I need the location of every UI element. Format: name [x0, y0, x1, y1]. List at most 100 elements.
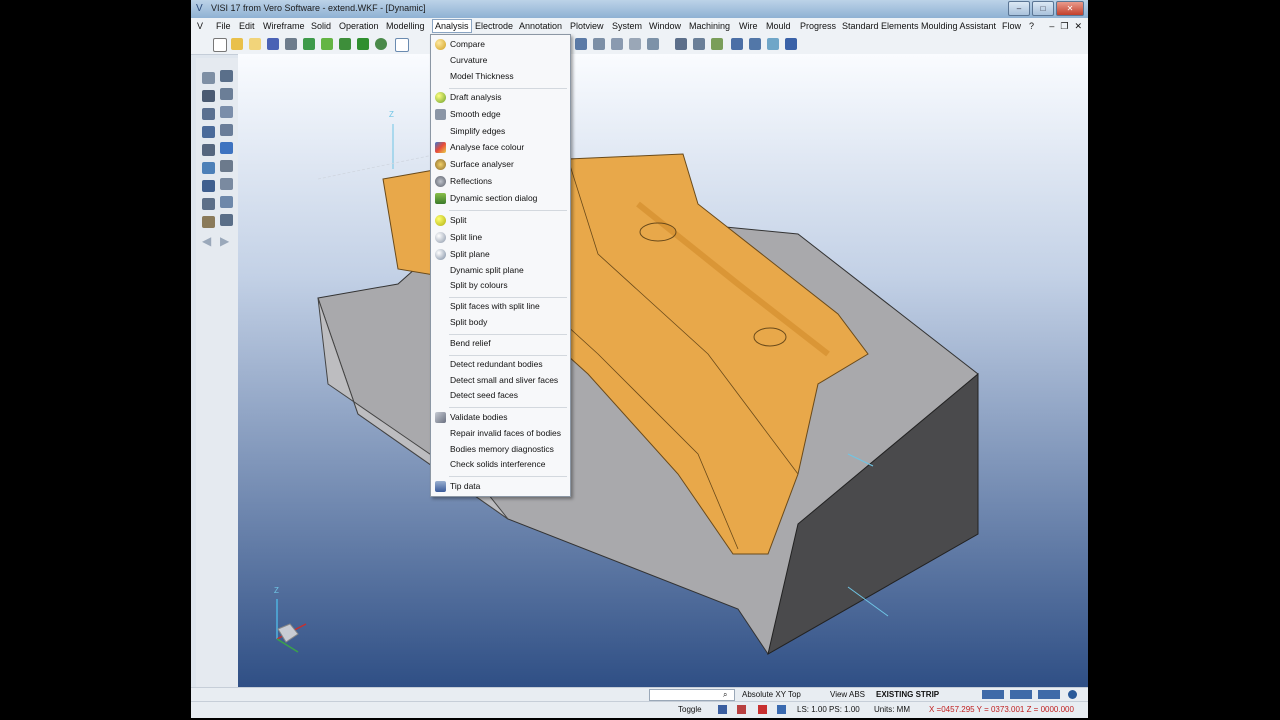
save-icon[interactable] — [267, 38, 279, 50]
menu-system[interactable]: System — [612, 21, 642, 31]
menu-item-repair-invalid-faces[interactable]: Repair invalid faces of bodies — [450, 428, 561, 438]
menu-progress[interactable]: Progress — [800, 21, 836, 31]
pen-tool-icon[interactable] — [220, 88, 233, 100]
status-toggle-3-icon[interactable] — [1038, 690, 1060, 699]
menu-item-validate-bodies[interactable]: Validate bodies — [450, 412, 508, 422]
light-icon[interactable] — [767, 38, 779, 50]
search-icon[interactable]: ⌕ — [723, 690, 727, 700]
forward-arrow-icon[interactable]: ▶ — [220, 235, 233, 247]
status-toggle-2-icon[interactable] — [1010, 690, 1032, 699]
menu-item-split-by-colours[interactable]: Split by colours — [450, 280, 508, 290]
menu-item-compare[interactable]: Compare — [450, 39, 485, 49]
trash-icon[interactable] — [202, 198, 215, 210]
section-view-icon[interactable] — [629, 38, 641, 50]
menu-item-bodies-memory-diagnostics[interactable]: Bodies memory diagnostics — [450, 444, 554, 454]
menu-item-model-thickness[interactable]: Model Thickness — [450, 71, 514, 81]
open-folder-icon[interactable] — [249, 38, 261, 50]
shade-icon[interactable] — [675, 38, 687, 50]
import-icon[interactable] — [303, 38, 315, 50]
redraw-icon[interactable] — [357, 38, 369, 50]
menu-solid[interactable]: Solid — [311, 21, 331, 31]
hidden-line-icon[interactable] — [711, 38, 723, 50]
select-icon[interactable] — [202, 72, 215, 84]
menu-item-split-line[interactable]: Split line — [450, 232, 482, 242]
menu-item-surface-analyser[interactable]: Surface analyser — [450, 159, 514, 169]
transform-icon[interactable] — [202, 108, 215, 120]
menu-window[interactable]: Window — [649, 21, 681, 31]
menu-wireframe[interactable]: Wireframe — [263, 21, 305, 31]
view-mode-label[interactable]: Absolute XY Top — [742, 690, 801, 699]
measure-icon[interactable] — [202, 126, 215, 138]
menu-flow[interactable]: Flow — [1002, 21, 1021, 31]
status-globe-icon[interactable] — [1068, 690, 1077, 699]
dimension-icon[interactable] — [202, 90, 215, 102]
menu-item-detect-redundant-bodies[interactable]: Detect redundant bodies — [450, 359, 543, 369]
view-abs-label[interactable]: View ABS — [830, 690, 865, 699]
layer-icon[interactable] — [575, 38, 587, 50]
menu-moulding-assistant[interactable]: Moulding Assistant — [921, 21, 996, 31]
menu-standard-elements[interactable]: Standard Elements — [842, 21, 919, 31]
mdi-close-icon[interactable]: ✕ — [1074, 21, 1082, 32]
view-icon[interactable] — [593, 38, 605, 50]
trim-icon[interactable] — [220, 124, 233, 136]
lock-icon[interactable] — [737, 705, 746, 714]
layers-panel-icon[interactable] — [731, 38, 743, 50]
open-file-icon[interactable] — [231, 38, 243, 50]
menu-item-draft-analysis[interactable]: Draft analysis — [450, 92, 502, 102]
grid-snap-icon[interactable] — [718, 705, 727, 714]
menu-item-dynamic-section-dialog[interactable]: Dynamic section dialog — [450, 193, 537, 203]
menu-item-split-faces-with-split-line[interactable]: Split faces with split line — [450, 301, 540, 311]
menu-electrode[interactable]: Electrode — [475, 21, 513, 31]
question-icon[interactable] — [202, 180, 215, 192]
solid-tool-icon[interactable] — [220, 160, 233, 172]
menu-item-split[interactable]: Split — [450, 215, 467, 225]
camera-icon[interactable] — [220, 214, 233, 226]
menu-item-simplify-edges[interactable]: Simplify edges — [450, 126, 505, 136]
minimize-button[interactable]: – — [1008, 1, 1030, 16]
menu-item-bend-relief[interactable]: Bend relief — [450, 338, 491, 348]
menu-item-reflections[interactable]: Reflections — [450, 176, 492, 186]
coords-icon[interactable] — [777, 705, 786, 714]
menu-item-split-plane[interactable]: Split plane — [450, 249, 490, 259]
solid-view-icon[interactable] — [611, 38, 623, 50]
menu-item-detect-seed-faces[interactable]: Detect seed faces — [450, 390, 518, 400]
menu-mould[interactable]: Mould — [766, 21, 791, 31]
menu-item-smooth-edge[interactable]: Smooth edge — [450, 109, 501, 119]
hatch-icon[interactable] — [202, 144, 215, 156]
window-view-icon[interactable] — [395, 38, 409, 52]
menu-modelling[interactable]: Modelling — [386, 21, 425, 31]
menu-file[interactable]: File — [216, 21, 231, 31]
menu-help[interactable]: ? — [1029, 21, 1034, 31]
frame-icon[interactable] — [220, 178, 233, 190]
zoom-icon[interactable] — [375, 38, 387, 50]
edit-tool-icon[interactable] — [220, 106, 233, 118]
menu-item-detect-small-sliver-faces[interactable]: Detect small and sliver faces — [450, 375, 558, 385]
attributes-icon[interactable] — [749, 38, 761, 50]
menu-item-tip-data[interactable]: Tip data — [450, 481, 480, 491]
maximize-button[interactable]: □ — [1032, 1, 1054, 16]
export-icon[interactable] — [321, 38, 333, 50]
back-arrow-icon[interactable]: ◀ — [202, 235, 215, 247]
toggle-button[interactable]: Toggle — [678, 705, 702, 714]
menu-edit[interactable]: Edit — [239, 21, 255, 31]
clip-icon[interactable] — [202, 216, 215, 228]
refresh-icon[interactable] — [339, 38, 351, 50]
menu-item-curvature[interactable]: Curvature — [450, 55, 487, 65]
layer-label[interactable]: EXISTING STRIP — [876, 690, 939, 699]
mdi-restore-icon[interactable]: ❐ — [1060, 21, 1068, 32]
menu-wire[interactable]: Wire — [739, 21, 758, 31]
title-bar[interactable]: V VISI 17 from Vero Software - extend.WK… — [191, 0, 1088, 19]
menu-item-dynamic-split-plane[interactable]: Dynamic split plane — [450, 265, 524, 275]
print-icon[interactable] — [285, 38, 297, 50]
status-toggle-1-icon[interactable] — [982, 690, 1004, 699]
wire-view-icon[interactable] — [693, 38, 705, 50]
cancel-icon[interactable] — [758, 705, 767, 714]
rotate-icon[interactable] — [202, 162, 215, 174]
cube-view-icon[interactable] — [785, 38, 797, 50]
close-button[interactable]: ✕ — [1056, 1, 1084, 16]
graphics-viewport[interactable]: Z Z — [238, 54, 1088, 687]
menu-item-check-solids-interference[interactable]: Check solids interference — [450, 459, 545, 469]
visi-app-icon[interactable]: V — [196, 3, 207, 14]
menu-analysis[interactable]: Analysis — [432, 19, 472, 33]
mdi-minimize-icon[interactable]: – — [1049, 21, 1054, 32]
